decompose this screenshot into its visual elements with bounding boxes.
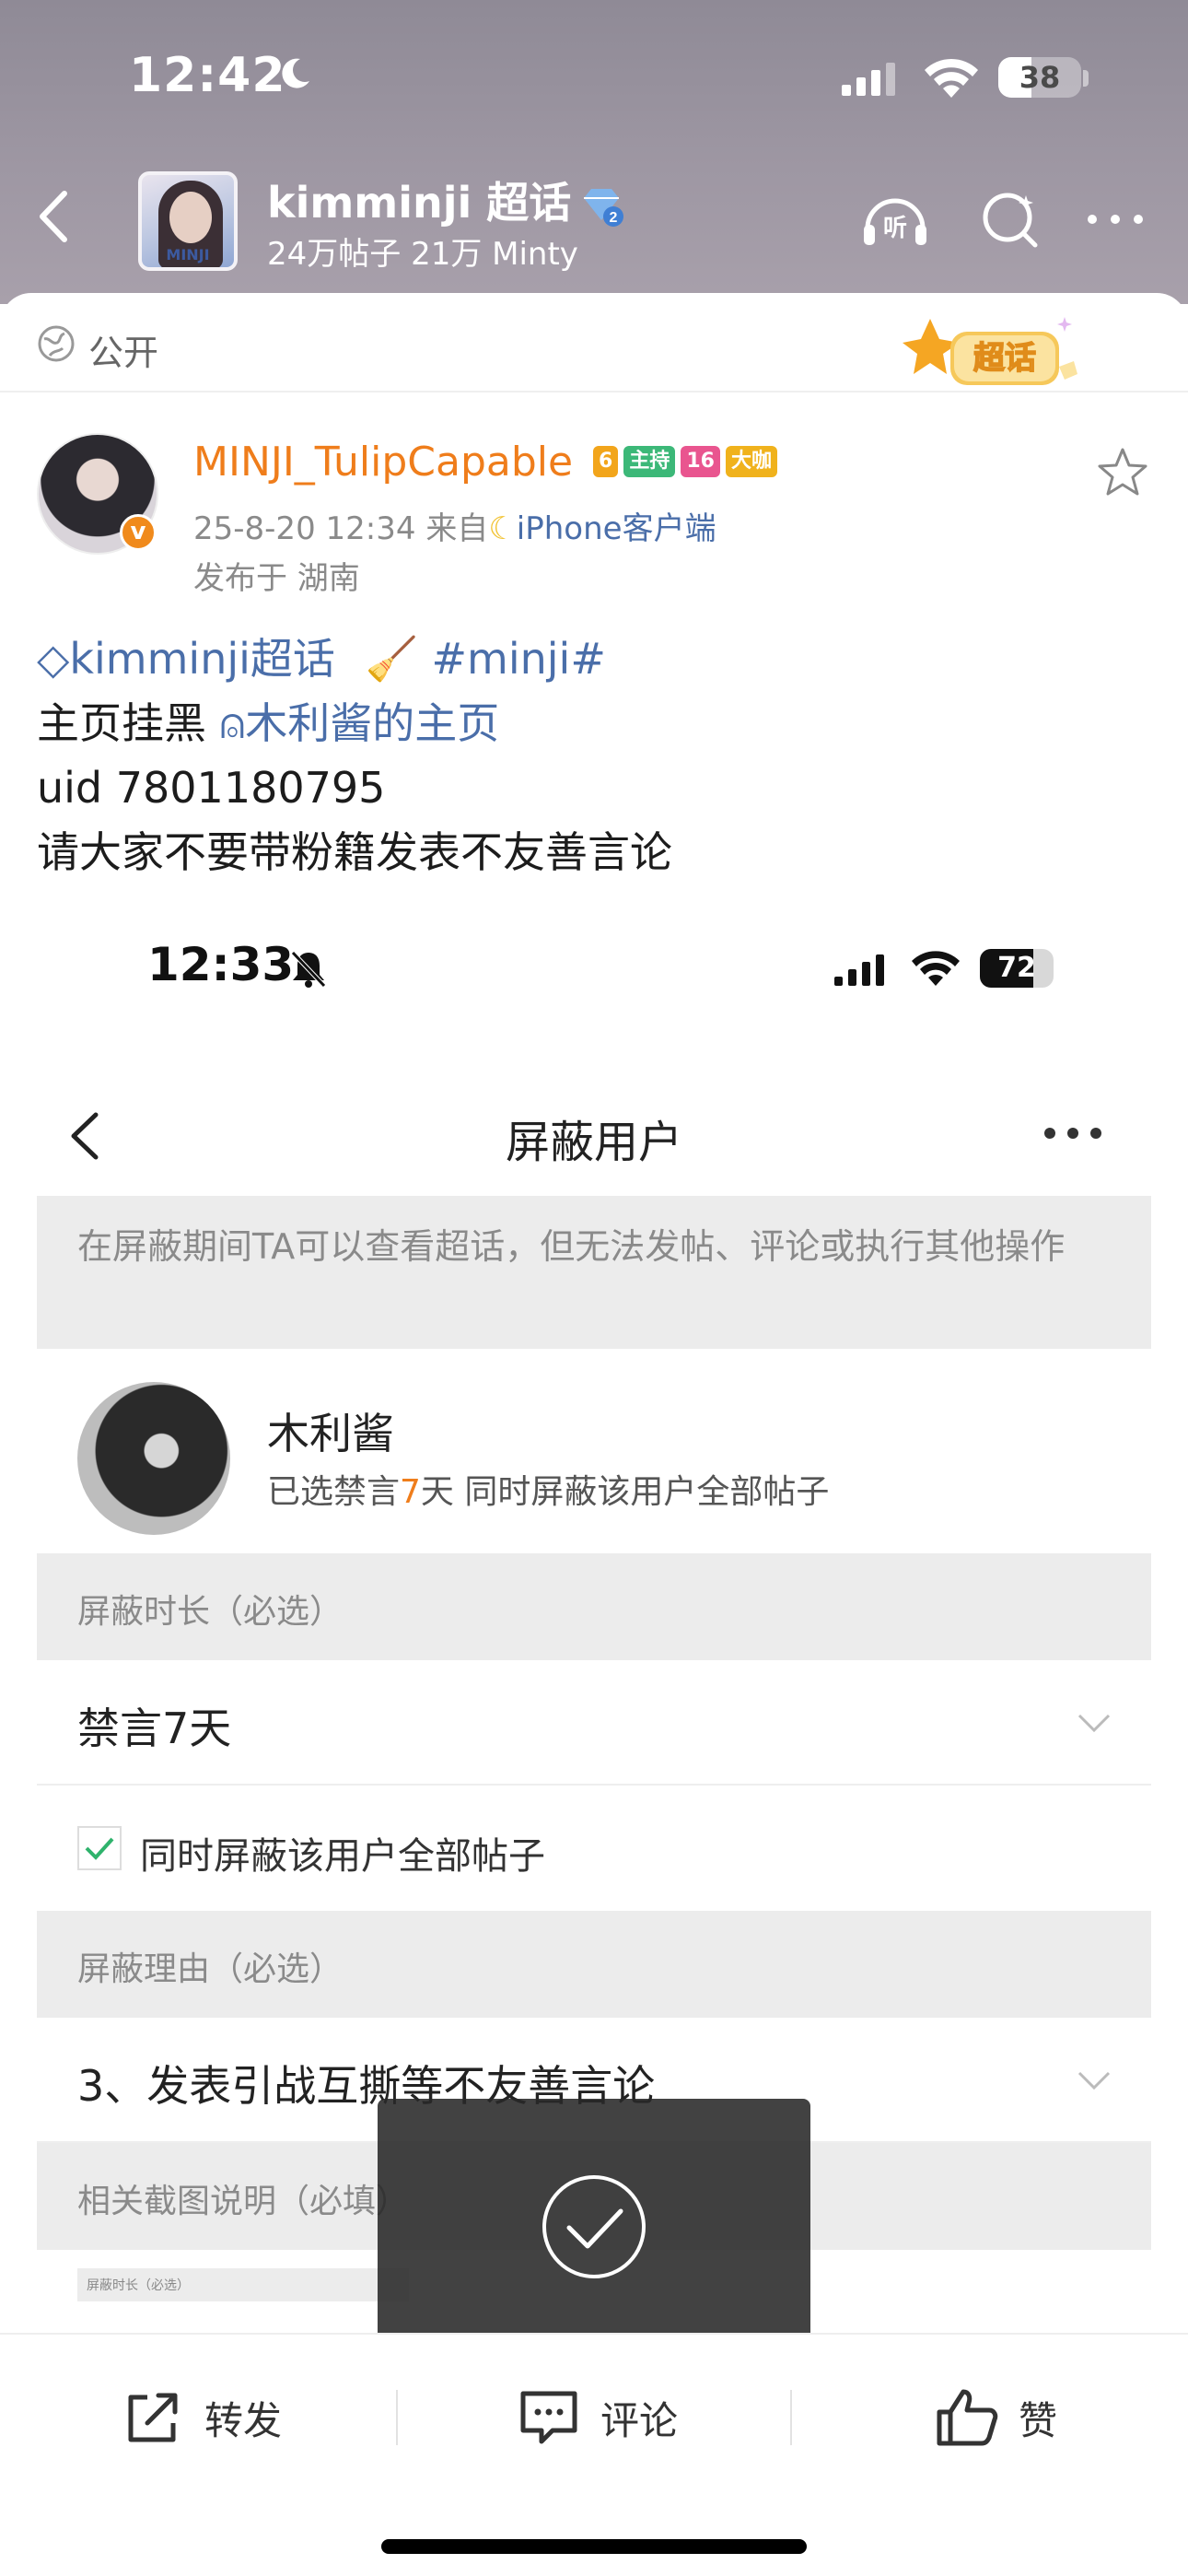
topic-diamond-icon: ◇ xyxy=(37,634,70,684)
repost-button[interactable]: 转发 xyxy=(120,2381,282,2454)
cover-text: MINJI xyxy=(166,246,210,263)
image-user-avatar xyxy=(77,1382,230,1535)
crown-level-badge: 6 xyxy=(593,446,619,477)
level-number: 2 xyxy=(610,210,618,226)
battery-cap xyxy=(1083,70,1089,87)
moon-source-icon: ☾ xyxy=(488,510,517,547)
like-button[interactable]: 赞 xyxy=(934,2381,1057,2454)
image-desc-suffix: 天 同时屏蔽该用户全部帖子 xyxy=(420,1473,830,1511)
supertopic-title: kimminji 超话 2 xyxy=(267,170,624,230)
image-battery-level: 72 xyxy=(997,952,1036,984)
post-meta: 25-8-20 12:34 来自☾iPhone客户端 xyxy=(193,503,716,548)
image-duration-section: 屏蔽时长（必选） xyxy=(37,1553,1151,1660)
image-user-name: 木利酱 xyxy=(267,1409,394,1458)
supertopic-stats: 24万帖子 21万 Minty xyxy=(267,236,578,273)
image-page-title: 屏蔽用户 xyxy=(505,1117,682,1168)
chaohua-label: 超话 xyxy=(973,340,1036,377)
back-icon[interactable] xyxy=(28,184,83,249)
bell-muted-icon xyxy=(291,951,326,988)
post-line-1: ◇kimminji超话 🧹 #minji# xyxy=(37,626,1151,691)
more-icon[interactable] xyxy=(1083,188,1147,251)
post-datetime: 25-8-20 12:34 xyxy=(193,510,416,547)
hashtag-link[interactable]: #minji# xyxy=(431,634,605,684)
supertopic-title-text: kimminji 超话 xyxy=(267,178,572,228)
post-from-prefix: 来自 xyxy=(425,510,489,547)
image-checkbox-label: 同时屏蔽该用户全部帖子 xyxy=(140,1835,545,1878)
success-check-icon xyxy=(542,2175,646,2278)
home-indicator xyxy=(381,2539,807,2554)
post-location: 发布于 湖南 xyxy=(193,560,360,597)
user-link-icon: ⍝ xyxy=(219,698,246,748)
thumbs-up-icon xyxy=(937,2389,998,2446)
post-line-2: 主页挂黑 ⍝木利酱的主页 xyxy=(37,691,1151,755)
supertopic-header: 12:42 38 MINJI kimminji 超话 2 24万帖子 21万 M… xyxy=(0,0,1188,304)
divider xyxy=(790,2390,792,2445)
comment-button[interactable]: 评论 xyxy=(516,2381,678,2454)
image-reason-section: 屏蔽理由（必选） xyxy=(37,1911,1151,2018)
image-notice: 在屏蔽期间TA可以查看超话，但无法发帖、评论或执行其他操作 xyxy=(37,1196,1151,1349)
post-line-2-text: 主页挂黑 xyxy=(37,698,206,748)
image-checkbox-row: 同时屏蔽该用户全部帖子 xyxy=(37,1786,1151,1911)
image-duration-row: 禁言7天 xyxy=(37,1660,1151,1786)
battery-indicator: 38 xyxy=(998,57,1081,98)
visibility-label: 公开 xyxy=(88,333,159,373)
like-label: 赞 xyxy=(1019,2397,1058,2443)
author-name[interactable]: MINJI_TulipCapable xyxy=(193,439,573,486)
image-desc-days: 7 xyxy=(400,1473,421,1511)
checkbox-checked-icon xyxy=(77,1826,122,1870)
repost-icon xyxy=(128,2393,178,2442)
supertopic-cover-image[interactable]: MINJI xyxy=(138,171,238,271)
comment-icon xyxy=(520,2391,577,2444)
svg-text:听: 听 xyxy=(883,215,907,242)
image-wifi-icon xyxy=(912,951,960,986)
visibility-row: 公开 超话 xyxy=(0,293,1188,392)
image-duration-value: 禁言7天 xyxy=(77,1704,232,1753)
post-card: 公开 超话 v MINJI_TulipCapable 6 主持 16 大咖 25-8-… xyxy=(0,293,1188,2346)
image-status-time: 12:33 xyxy=(147,938,295,991)
battery-level: 38 xyxy=(1019,60,1061,95)
verified-badge-icon: v xyxy=(120,514,157,551)
search-icon[interactable] xyxy=(976,188,1046,251)
diamond-level-badge-icon: 2 xyxy=(584,188,624,227)
repost-label: 转发 xyxy=(204,2397,283,2443)
chevron-down-icon xyxy=(1077,2071,1111,2090)
topic-link[interactable]: kimminji超话 xyxy=(69,634,335,684)
image-mini-thumbnail: 屏蔽时长（必选） xyxy=(77,2268,409,2301)
comment-label: 评论 xyxy=(600,2397,679,2443)
image-more-icon xyxy=(1044,1128,1101,1139)
image-blocked-user: 木利酱 已选禁言7天 同时屏蔽该用户全部帖子 xyxy=(37,1349,1151,1553)
image-desc-prefix: 已选禁言 xyxy=(267,1473,401,1511)
status-bar: 12:42 38 xyxy=(0,0,1188,157)
cellular-signal-icon xyxy=(842,63,895,96)
image-user-desc: 已选禁言7天 同时屏蔽该用户全部帖子 xyxy=(267,1465,829,1513)
post-source[interactable]: iPhone客户端 xyxy=(517,510,716,547)
status-time: 12:42 xyxy=(129,48,286,103)
image-battery-indicator: 72 xyxy=(980,949,1054,988)
post-line-3: uid 7801180795 xyxy=(37,763,386,813)
post-line-4: 请大家不要带粉籍发表不友善言论 xyxy=(37,827,672,877)
globe-icon xyxy=(38,325,75,362)
fan-level-badge: 16 xyxy=(681,446,720,477)
listen-icon[interactable]: 听 xyxy=(860,188,930,251)
broom-emoji-icon: 🧹 xyxy=(365,634,418,684)
star-icon[interactable] xyxy=(1096,446,1149,499)
wifi-icon xyxy=(925,58,978,98)
chaohua-sticker-icon[interactable]: 超话 xyxy=(903,311,1087,398)
success-toast xyxy=(378,2099,810,2346)
moon-icon xyxy=(282,58,309,88)
image-signal-icon xyxy=(834,954,884,986)
chevron-down-icon xyxy=(1077,1714,1111,1733)
divider xyxy=(396,2390,398,2445)
moderator-badge: 主持 xyxy=(623,446,676,477)
vip-badge: 大咖 xyxy=(725,446,777,477)
user-homepage-link[interactable]: 木利酱的主页 xyxy=(245,698,499,748)
author-badges: 6 主持 16 大咖 xyxy=(593,446,783,486)
post-text: ◇kimminji超话 🧹 #minji# 主页挂黑 ⍝木利酱的主页 uid 7… xyxy=(37,626,1151,884)
